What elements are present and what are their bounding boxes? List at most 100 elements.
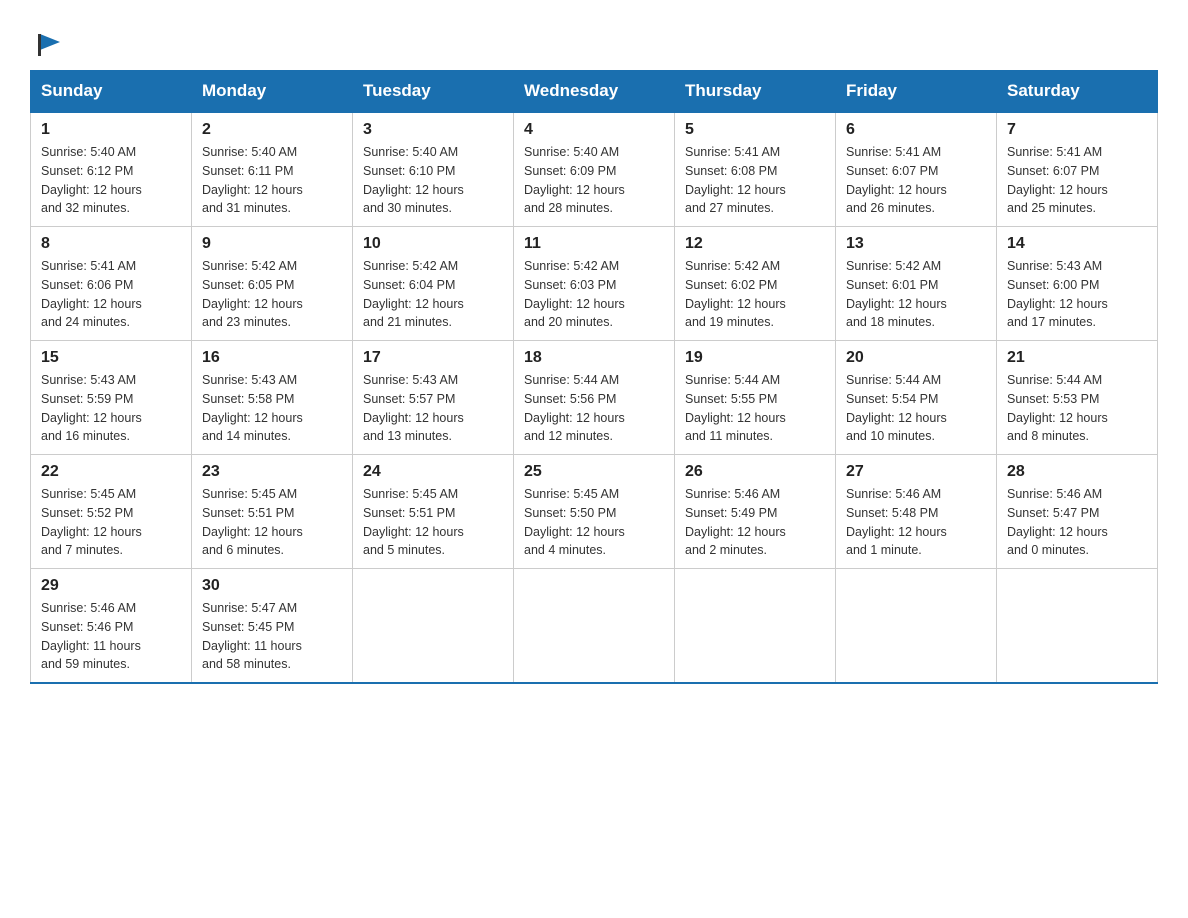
day-of-week-header: Friday — [836, 71, 997, 113]
day-number: 5 — [685, 121, 825, 139]
calendar-cell — [514, 569, 675, 684]
calendar-cell: 9 Sunrise: 5:42 AMSunset: 6:05 PMDaylight… — [192, 227, 353, 341]
day-info: Sunrise: 5:40 AMSunset: 6:12 PMDaylight:… — [41, 143, 181, 218]
calendar-cell: 28 Sunrise: 5:46 AMSunset: 5:47 PMDayligh… — [997, 455, 1158, 569]
day-number: 18 — [524, 349, 664, 367]
day-number: 19 — [685, 349, 825, 367]
day-number: 23 — [202, 463, 342, 481]
calendar-cell: 25Sunrise: 5:45 AMSunset: 5:50 PMDayligh… — [514, 455, 675, 569]
day-number: 26 — [685, 463, 825, 481]
day-number: 29 — [41, 577, 181, 595]
logo — [30, 30, 62, 60]
calendar-cell: 10 Sunrise: 5:42 AMSunset: 6:04 PMDayligh… — [353, 227, 514, 341]
calendar-week-row: 22Sunrise: 5:45 AMSunset: 5:52 PMDayligh… — [31, 455, 1158, 569]
day-number: 1 — [41, 121, 181, 139]
day-number: 17 — [363, 349, 503, 367]
day-number: 9 — [202, 235, 342, 253]
day-number: 16 — [202, 349, 342, 367]
day-info: Sunrise: 5:42 AMSunset: 6:02 PMDaylight:… — [685, 257, 825, 332]
day-number: 15 — [41, 349, 181, 367]
calendar-cell: 8 Sunrise: 5:41 AMSunset: 6:06 PMDaylight… — [31, 227, 192, 341]
day-info: Sunrise: 5:41 AMSunset: 6:08 PMDaylight:… — [685, 143, 825, 218]
day-number: 14 — [1007, 235, 1147, 253]
calendar-cell: 23 Sunrise: 5:45 AMSunset: 5:51 PMDayligh… — [192, 455, 353, 569]
day-info: Sunrise: 5:43 AMSunset: 6:00 PMDaylight:… — [1007, 257, 1147, 332]
day-number: 11 — [524, 235, 664, 253]
calendar-cell: 27 Sunrise: 5:46 AMSunset: 5:48 PMDayligh… — [836, 455, 997, 569]
day-number: 8 — [41, 235, 181, 253]
day-number: 7 — [1007, 121, 1147, 139]
calendar-cell: 18 Sunrise: 5:44 AMSunset: 5:56 PMDayligh… — [514, 341, 675, 455]
calendar-cell: 14 Sunrise: 5:43 AMSunset: 6:00 PMDayligh… — [997, 227, 1158, 341]
calendar-cell: 21Sunrise: 5:44 AMSunset: 5:53 PMDayligh… — [997, 341, 1158, 455]
day-info: Sunrise: 5:40 AMSunset: 6:09 PMDaylight:… — [524, 143, 664, 218]
calendar-cell — [353, 569, 514, 684]
calendar-cell: 16 Sunrise: 5:43 AMSunset: 5:58 PMDayligh… — [192, 341, 353, 455]
day-info: Sunrise: 5:47 AMSunset: 5:45 PMDaylight:… — [202, 599, 342, 674]
calendar-cell: 29 Sunrise: 5:46 AMSunset: 5:46 PMDayligh… — [31, 569, 192, 684]
calendar-cell — [836, 569, 997, 684]
calendar-cell: 30Sunrise: 5:47 AMSunset: 5:45 PMDayligh… — [192, 569, 353, 684]
day-info: Sunrise: 5:44 AMSunset: 5:56 PMDaylight:… — [524, 371, 664, 446]
day-info: Sunrise: 5:41 AMSunset: 6:07 PMDaylight:… — [1007, 143, 1147, 218]
logo-flag-icon — [32, 30, 62, 60]
calendar-cell: 15 Sunrise: 5:43 AMSunset: 5:59 PMDayligh… — [31, 341, 192, 455]
calendar-week-row: 15 Sunrise: 5:43 AMSunset: 5:59 PMDayligh… — [31, 341, 1158, 455]
day-info: Sunrise: 5:44 AMSunset: 5:54 PMDaylight:… — [846, 371, 986, 446]
calendar-cell: 12 Sunrise: 5:42 AMSunset: 6:02 PMDayligh… — [675, 227, 836, 341]
day-number: 24 — [363, 463, 503, 481]
day-number: 12 — [685, 235, 825, 253]
calendar-week-row: 29 Sunrise: 5:46 AMSunset: 5:46 PMDayligh… — [31, 569, 1158, 684]
calendar-week-row: 1 Sunrise: 5:40 AMSunset: 6:12 PMDaylight… — [31, 112, 1158, 227]
calendar-cell: 24Sunrise: 5:45 AMSunset: 5:51 PMDayligh… — [353, 455, 514, 569]
day-info: Sunrise: 5:40 AMSunset: 6:10 PMDaylight:… — [363, 143, 503, 218]
day-info: Sunrise: 5:44 AMSunset: 5:53 PMDaylight:… — [1007, 371, 1147, 446]
header — [30, 20, 1158, 60]
day-number: 2 — [202, 121, 342, 139]
day-info: Sunrise: 5:44 AMSunset: 5:55 PMDaylight:… — [685, 371, 825, 446]
day-number: 4 — [524, 121, 664, 139]
days-header-row: SundayMondayTuesdayWednesdayThursdayFrid… — [31, 71, 1158, 113]
day-info: Sunrise: 5:43 AMSunset: 5:59 PMDaylight:… — [41, 371, 181, 446]
day-number: 6 — [846, 121, 986, 139]
day-info: Sunrise: 5:42 AMSunset: 6:05 PMDaylight:… — [202, 257, 342, 332]
calendar-cell: 26 Sunrise: 5:46 AMSunset: 5:49 PMDayligh… — [675, 455, 836, 569]
day-info: Sunrise: 5:46 AMSunset: 5:48 PMDaylight:… — [846, 485, 986, 560]
day-info: Sunrise: 5:46 AMSunset: 5:47 PMDaylight:… — [1007, 485, 1147, 560]
calendar-cell: 3 Sunrise: 5:40 AMSunset: 6:10 PMDaylight… — [353, 112, 514, 227]
calendar-cell: 4 Sunrise: 5:40 AMSunset: 6:09 PMDaylight… — [514, 112, 675, 227]
day-number: 28 — [1007, 463, 1147, 481]
calendar-cell: 13Sunrise: 5:42 AMSunset: 6:01 PMDayligh… — [836, 227, 997, 341]
day-info: Sunrise: 5:42 AMSunset: 6:04 PMDaylight:… — [363, 257, 503, 332]
day-info: Sunrise: 5:41 AMSunset: 6:06 PMDaylight:… — [41, 257, 181, 332]
calendar-cell — [997, 569, 1158, 684]
day-of-week-header: Sunday — [31, 71, 192, 113]
day-info: Sunrise: 5:46 AMSunset: 5:46 PMDaylight:… — [41, 599, 181, 674]
day-of-week-header: Thursday — [675, 71, 836, 113]
day-number: 10 — [363, 235, 503, 253]
day-info: Sunrise: 5:43 AMSunset: 5:57 PMDaylight:… — [363, 371, 503, 446]
calendar-cell: 6 Sunrise: 5:41 AMSunset: 6:07 PMDaylight… — [836, 112, 997, 227]
calendar-table: SundayMondayTuesdayWednesdayThursdayFrid… — [30, 70, 1158, 684]
day-info: Sunrise: 5:45 AMSunset: 5:51 PMDaylight:… — [202, 485, 342, 560]
day-info: Sunrise: 5:45 AMSunset: 5:52 PMDaylight:… — [41, 485, 181, 560]
day-of-week-header: Monday — [192, 71, 353, 113]
calendar-week-row: 8 Sunrise: 5:41 AMSunset: 6:06 PMDaylight… — [31, 227, 1158, 341]
day-info: Sunrise: 5:41 AMSunset: 6:07 PMDaylight:… — [846, 143, 986, 218]
day-of-week-header: Wednesday — [514, 71, 675, 113]
day-number: 13 — [846, 235, 986, 253]
day-number: 3 — [363, 121, 503, 139]
day-info: Sunrise: 5:46 AMSunset: 5:49 PMDaylight:… — [685, 485, 825, 560]
calendar-cell: 17 Sunrise: 5:43 AMSunset: 5:57 PMDayligh… — [353, 341, 514, 455]
calendar-cell — [675, 569, 836, 684]
day-of-week-header: Tuesday — [353, 71, 514, 113]
day-info: Sunrise: 5:43 AMSunset: 5:58 PMDaylight:… — [202, 371, 342, 446]
day-info: Sunrise: 5:42 AMSunset: 6:03 PMDaylight:… — [524, 257, 664, 332]
day-number: 20 — [846, 349, 986, 367]
day-number: 27 — [846, 463, 986, 481]
calendar-cell: 1 Sunrise: 5:40 AMSunset: 6:12 PMDaylight… — [31, 112, 192, 227]
day-number: 25 — [524, 463, 664, 481]
day-of-week-header: Saturday — [997, 71, 1158, 113]
calendar-cell: 7 Sunrise: 5:41 AMSunset: 6:07 PMDaylight… — [997, 112, 1158, 227]
calendar-cell: 5 Sunrise: 5:41 AMSunset: 6:08 PMDaylight… — [675, 112, 836, 227]
